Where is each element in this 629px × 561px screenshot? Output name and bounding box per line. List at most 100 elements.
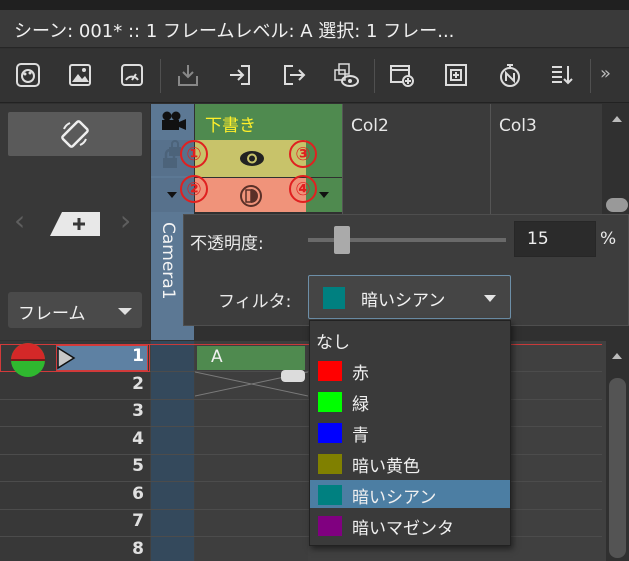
- opacity-field[interactable]: 15: [514, 221, 596, 257]
- gauge-icon[interactable]: [116, 59, 148, 91]
- image-icon[interactable]: [64, 59, 96, 91]
- filter-option-label: 暗いシアン: [352, 488, 437, 508]
- toolbar-separator: [160, 59, 161, 93]
- annotation-marker: ③: [289, 140, 317, 168]
- chevron-down-icon: [118, 308, 132, 315]
- toolbar-overflow-button[interactable]: »: [600, 63, 611, 84]
- filter-option-label: 暗い黄色: [352, 457, 420, 477]
- row-divider: [0, 481, 602, 482]
- import-icon[interactable]: [172, 59, 204, 91]
- filter-option[interactable]: 赤: [310, 356, 510, 384]
- frame-number[interactable]: 1: [104, 346, 144, 366]
- frame-number[interactable]: 4: [104, 429, 144, 449]
- filter-option[interactable]: 青: [310, 418, 510, 446]
- exit-icon[interactable]: [278, 59, 310, 91]
- hold-line: [195, 370, 308, 397]
- opacity-label: 不透明度:: [190, 234, 264, 254]
- frame-select-label: フレーム: [18, 304, 86, 324]
- filter-option-label: 緑: [352, 395, 369, 415]
- annotation-marker: ①: [180, 140, 208, 168]
- filter-option[interactable]: なし: [310, 325, 510, 353]
- dropdown-arrow-icon: [167, 192, 177, 198]
- filter-option[interactable]: 緑: [310, 387, 510, 415]
- prev-arrow-icon[interactable]: ‹: [14, 204, 25, 237]
- toggle-orientation-button[interactable]: [8, 112, 142, 156]
- filter-option[interactable]: 暗いマゼンタ: [310, 511, 510, 539]
- preview-icon[interactable]: [330, 59, 362, 91]
- row-divider: [0, 426, 602, 427]
- onion-skin-icon[interactable]: [8, 342, 48, 378]
- row-divider: [0, 508, 602, 510]
- xsheet-control-panel: ‹ › フレーム: [0, 104, 150, 340]
- filter-selected-value: 暗いシアン: [361, 291, 446, 311]
- color-swatch: [318, 423, 342, 443]
- palette-icon[interactable]: [12, 59, 44, 91]
- filter-option-label: なし: [316, 333, 350, 353]
- column-header-col3[interactable]: Col3: [490, 104, 602, 216]
- frame-number[interactable]: 7: [104, 511, 144, 531]
- filter-option-label: 赤: [352, 364, 369, 384]
- column-title: Col3: [499, 116, 537, 136]
- dropdown-arrow-icon[interactable]: [319, 192, 329, 198]
- new-frame-icon[interactable]: [48, 208, 102, 242]
- cell-level-a[interactable]: A: [197, 346, 305, 370]
- frame-number[interactable]: 8: [104, 539, 144, 559]
- opacity-unit: %: [600, 229, 617, 249]
- frame-zoom-select[interactable]: フレーム: [8, 292, 142, 328]
- chevron-down-icon: [484, 295, 496, 302]
- column-title: Col2: [351, 116, 389, 136]
- camstand-visible-row: [195, 178, 342, 212]
- stopwatch-icon[interactable]: [494, 59, 526, 91]
- camera-name: Camera1: [158, 222, 178, 300]
- filter-option[interactable]: 暗い黄色: [310, 449, 510, 477]
- rotate-icon: [61, 120, 89, 148]
- frame-number[interactable]: 5: [104, 456, 144, 476]
- color-swatch: [318, 454, 342, 474]
- scroll-thumb[interactable]: [609, 378, 626, 558]
- scroll-up-icon[interactable]: [612, 116, 622, 122]
- scroll-up-icon[interactable]: [612, 353, 622, 359]
- column-settings-popup: 不透明度: 15 % フィルタ: 暗いシアン: [183, 214, 629, 326]
- preview-visible-row: [195, 140, 342, 177]
- window-top-edge: [0, 0, 629, 10]
- toolbar-separator: [590, 59, 591, 93]
- filter-option-label: 青: [352, 426, 369, 446]
- next-arrow-icon[interactable]: ›: [120, 204, 131, 237]
- color-swatch: [318, 516, 342, 536]
- filter-label: フィルタ:: [218, 292, 292, 312]
- toolbar-separator: [374, 59, 375, 93]
- camera-icon: [151, 104, 194, 138]
- column-title: 下書き: [205, 116, 256, 136]
- camstand-icon: [240, 185, 262, 207]
- color-swatch: [318, 392, 342, 412]
- color-swatch: [318, 361, 342, 381]
- frame-number[interactable]: 6: [104, 484, 144, 504]
- filter-color-swatch: [323, 287, 345, 309]
- duplicate-icon[interactable]: [440, 59, 472, 91]
- row-divider: [0, 453, 602, 455]
- filter-option-label: 暗いマゼンタ: [352, 519, 454, 539]
- opacity-value: 15: [527, 229, 549, 249]
- row-divider: [0, 536, 602, 537]
- window-title: シーン: 001* :: 1 フレームレベル: A 選択: 1 フレー...: [14, 21, 455, 42]
- filter-select[interactable]: 暗いシアン: [308, 275, 511, 319]
- filter-option[interactable]: 暗いシアン: [310, 480, 510, 508]
- row-divider: [0, 398, 602, 400]
- sort-icon[interactable]: [546, 59, 578, 91]
- opacity-slider-handle[interactable]: [334, 226, 350, 254]
- column-header-col2[interactable]: Col2: [342, 104, 490, 216]
- draft-column-header[interactable]: 下書き: [195, 104, 342, 140]
- toolbar: »: [0, 49, 629, 103]
- new-level-icon[interactable]: [386, 59, 418, 91]
- annotation-marker: ④: [289, 175, 317, 203]
- frame-number[interactable]: 3: [104, 401, 144, 421]
- color-swatch: [318, 485, 342, 505]
- eye-icon: [240, 151, 264, 166]
- scroll-thumb[interactable]: [606, 198, 628, 212]
- cell-label: A: [211, 347, 223, 367]
- enter-icon[interactable]: [224, 59, 256, 91]
- flag-icon[interactable]: [56, 346, 76, 370]
- filter-dropdown-list: なし赤緑青暗い黄色暗いシアン暗いマゼンタ: [309, 320, 511, 546]
- frame-number[interactable]: 2: [104, 374, 144, 394]
- annotation-marker: ②: [180, 175, 208, 203]
